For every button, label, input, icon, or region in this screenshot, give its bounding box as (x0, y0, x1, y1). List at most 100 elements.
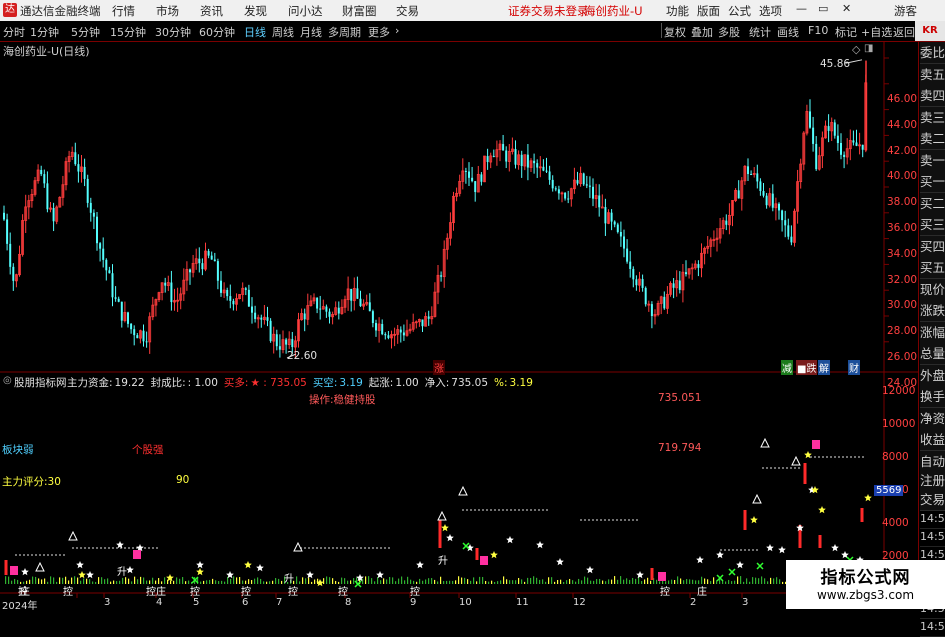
close-icon[interactable]: ✕ (842, 2, 851, 15)
btn-f10[interactable]: F10 (808, 24, 828, 37)
volume-bar (680, 578, 682, 584)
kline-body-down (632, 268, 635, 280)
side-item-8[interactable]: 买三 (920, 214, 945, 236)
kline-body-down (855, 142, 858, 146)
minimize-icon[interactable]: — (796, 2, 807, 15)
side-item-2[interactable]: 卖四 (920, 85, 945, 107)
indicator-name[interactable]: 股朋指标网 (14, 375, 67, 390)
login-notice[interactable]: 证券交易未登录 (508, 3, 589, 19)
menu-gongneng[interactable]: 功能 (666, 3, 689, 19)
guest-label[interactable]: 游客 (894, 3, 917, 19)
period-15min[interactable]: 15分钟 (110, 24, 146, 40)
pink-marker (10, 566, 18, 575)
period-more[interactable]: 更多 (368, 24, 390, 40)
more-chevron-icon[interactable]: › (395, 24, 399, 37)
diamond-icon[interactable]: ◇ (852, 43, 860, 56)
side-item-0[interactable]: 委比 (920, 42, 945, 64)
period-multi[interactable]: 多周期 (328, 24, 361, 40)
kline-body-down (551, 179, 554, 189)
menu-wenxiaoda[interactable]: 问小达 (288, 3, 323, 19)
volume-bar (566, 580, 568, 584)
kline-body-down (213, 259, 216, 262)
menu-caifuquan[interactable]: 财富圈 (342, 3, 377, 19)
indicator-toggle-icon[interactable]: ◎ (3, 375, 12, 386)
kline-body-down (536, 163, 539, 168)
trade-time-6: 14:50 (920, 618, 945, 637)
menu-faxian[interactable]: 发现 (244, 3, 267, 19)
marker-bie[interactable]: ■跌 (796, 360, 818, 375)
period-1min[interactable]: 1分钟 (30, 24, 59, 40)
menu-jiaoyi[interactable]: 交易 (396, 3, 419, 19)
side-item2-2[interactable]: 交易 (920, 488, 945, 511)
side-item-18[interactable]: 收益 (920, 429, 945, 451)
menu-banmian[interactable]: 版面 (697, 3, 720, 19)
marker-zhang[interactable]: 涨 (433, 360, 445, 375)
volume-bar (440, 576, 442, 584)
period-fenshi[interactable]: 分时 (3, 24, 25, 40)
volume-bar (269, 581, 271, 584)
btn-duogu[interactable]: 多股 (718, 24, 740, 40)
kline-body-down (623, 236, 625, 249)
side-item-5[interactable]: 卖一 (920, 149, 945, 172)
kline-body-down (790, 236, 793, 243)
side-item-12[interactable]: 涨跌 (920, 300, 945, 322)
x-axis-month: 5 (193, 597, 200, 608)
volume-bar (578, 578, 580, 584)
period-weekly[interactable]: 周线 (272, 24, 294, 40)
side-item-1[interactable]: 卖五 (920, 63, 945, 86)
marker-cai[interactable]: 财 (848, 360, 860, 375)
marker-jian[interactable]: 减 (781, 360, 793, 375)
indicator-tick-label: 4000 (882, 517, 909, 529)
signal-zhuang: 庄 (20, 587, 30, 598)
period-60min[interactable]: 60分钟 (199, 24, 235, 40)
side-item-6[interactable]: 买一 (920, 171, 945, 193)
volume-bar (374, 581, 376, 584)
volume-bar (86, 578, 88, 584)
period-monthly[interactable]: 月线 (300, 24, 322, 40)
side-item-16[interactable]: 换手 (920, 386, 945, 408)
kline-body-down (229, 296, 232, 301)
btn-add-watchlist[interactable]: +自选 (861, 24, 892, 40)
btn-diejia[interactable]: 叠加 (691, 24, 713, 40)
operation-label: 操作:稳健持股 (309, 394, 376, 406)
menu-gongshi[interactable]: 公式 (728, 3, 751, 19)
side-item-15[interactable]: 外盘 (920, 364, 945, 387)
volume-bar (560, 579, 562, 584)
side-item-7[interactable]: 买二 (920, 192, 945, 215)
side-item-4[interactable]: 卖二 (920, 128, 945, 150)
side-item-3[interactable]: 卖三 (920, 106, 945, 129)
volume-bar (746, 578, 748, 584)
corner-kr[interactable]: KR (915, 21, 945, 41)
side-item-13[interactable]: 涨幅 (920, 321, 945, 344)
menu-hangqing[interactable]: 行情 (112, 3, 135, 19)
side-item-10[interactable]: 买五 (920, 257, 945, 279)
restore-icon[interactable]: ▭ (818, 2, 828, 15)
menu-shichang[interactable]: 市场 (156, 3, 179, 19)
btn-tongji[interactable]: 统计 (749, 24, 771, 40)
marker-jie[interactable]: 解 (818, 360, 830, 375)
menu-xuanxiang[interactable]: 选项 (759, 3, 782, 19)
btn-huaxian[interactable]: 画线 (777, 24, 799, 40)
menu-zixun[interactable]: 资讯 (200, 3, 223, 19)
period-5min[interactable]: 5分钟 (71, 24, 100, 40)
kline-body-down (678, 280, 681, 290)
volume-bar (626, 578, 628, 584)
chart-window-icon[interactable]: ◨ (864, 43, 873, 54)
kline-body-down (784, 220, 787, 226)
kline-body-down (74, 152, 77, 165)
side-item-17[interactable]: 净资 (920, 407, 945, 430)
volume-bar (770, 577, 772, 584)
btn-fuquan[interactable]: 复权 (664, 24, 686, 40)
kline-chart-area[interactable] (0, 42, 918, 609)
side-item-9[interactable]: 买四 (920, 235, 945, 258)
x-axis-month: 3 (742, 597, 749, 608)
btn-biaoji[interactable]: 标记 (835, 24, 857, 40)
volume-bar (734, 580, 736, 584)
kline-body-down (626, 248, 629, 262)
period-daily[interactable]: 日线 (244, 24, 266, 40)
side-item-14[interactable]: 总量 (920, 343, 945, 365)
side-item-11[interactable]: 现价 (920, 278, 945, 301)
kline-body-down (198, 258, 201, 264)
period-30min[interactable]: 30分钟 (155, 24, 191, 40)
btn-back[interactable]: 返回 (893, 24, 915, 40)
